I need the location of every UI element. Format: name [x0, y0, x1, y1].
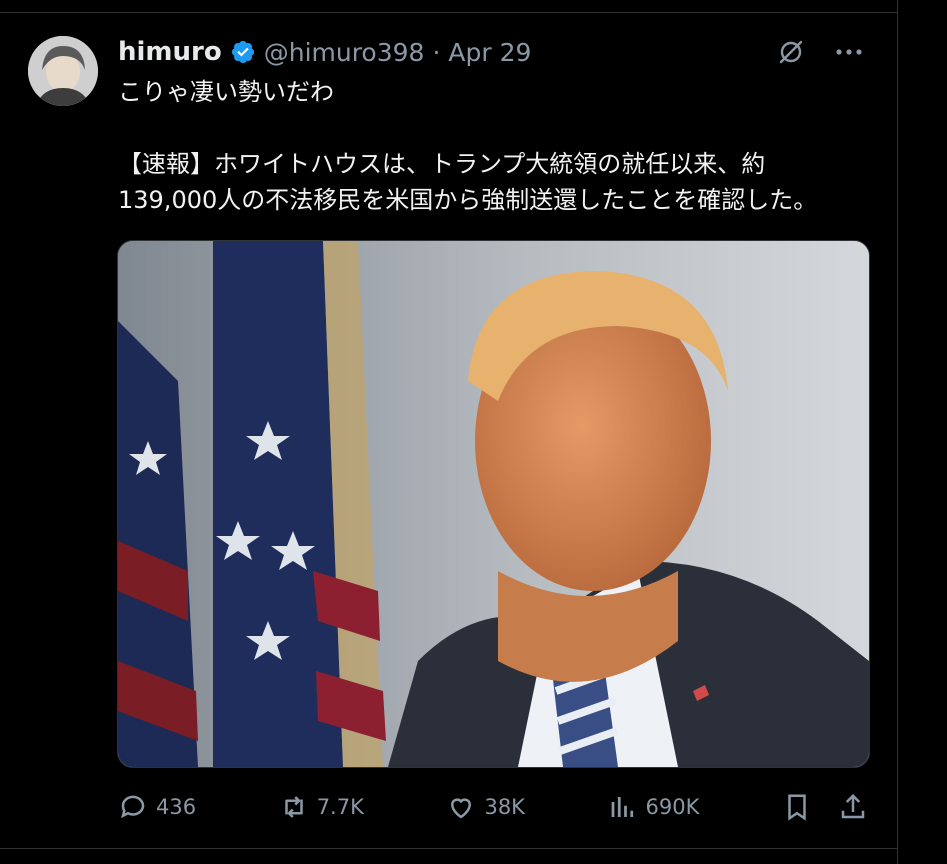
views-button[interactable]: 690K — [608, 792, 700, 822]
top-divider — [0, 12, 897, 13]
views-count: 690K — [645, 795, 700, 819]
separator-dot: · — [432, 37, 441, 67]
more-icon[interactable] — [833, 36, 865, 68]
like-count: 38K — [484, 795, 525, 819]
right-actions — [782, 792, 868, 822]
repost-icon — [284, 796, 303, 818]
bookmark-button[interactable] — [782, 792, 812, 822]
share-icon — [841, 793, 865, 819]
author-name[interactable]: himuro — [118, 37, 222, 67]
bookmark-icon — [788, 794, 806, 821]
bottom-divider — [0, 848, 897, 849]
tweet-date[interactable]: Apr 29 — [448, 38, 531, 67]
reply-count: 436 — [156, 795, 197, 819]
repost-count: 7.7K — [316, 795, 364, 819]
share-button[interactable] — [838, 792, 868, 822]
tweet-actions: 436 7.7K 38K 690K — [118, 790, 868, 824]
heart-icon — [451, 798, 472, 819]
tweet-top-actions — [775, 36, 865, 68]
tweet-text: こりゃ凄い勢いだわ 【速報】ホワイトハウスは、トランプ大統領の就任以来、約 13… — [118, 78, 818, 214]
right-divider — [897, 0, 898, 864]
views-icon — [611, 797, 633, 817]
verified-badge-icon — [231, 40, 254, 64]
reply-icon — [121, 795, 145, 819]
author-handle[interactable]: @himuro398 — [264, 38, 425, 67]
tweet-image[interactable] — [117, 240, 870, 768]
reply-button[interactable]: 436 — [118, 792, 196, 822]
repost-button[interactable]: 7.7K — [279, 792, 364, 822]
tweet-header: himuro @himuro398 · Apr 29 — [118, 36, 531, 68]
grok-icon[interactable] — [775, 36, 807, 68]
like-button[interactable]: 38K — [446, 792, 525, 822]
avatar[interactable] — [28, 36, 98, 106]
